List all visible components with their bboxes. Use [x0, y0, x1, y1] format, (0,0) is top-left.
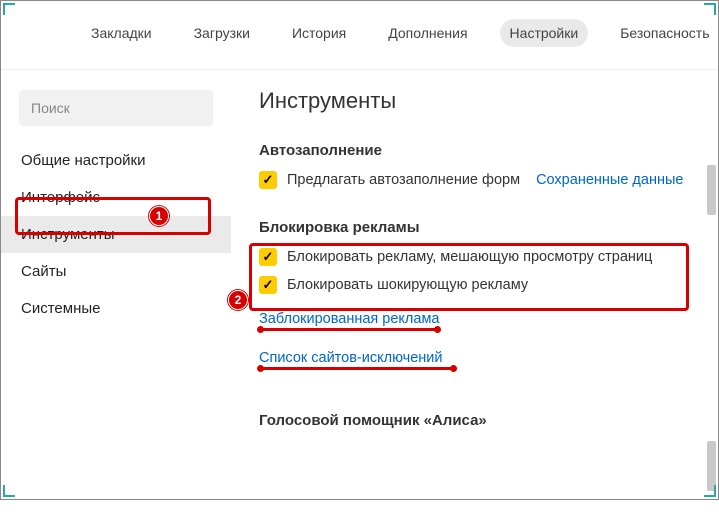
link-exception-sites[interactable]: Список сайтов-исключений: [259, 350, 442, 366]
annotation-underline: [259, 328, 439, 331]
sidebar-item-sites[interactable]: Сайты: [1, 253, 231, 290]
annotation-badge-2: 2: [228, 290, 248, 310]
tab-security[interactable]: Безопасность: [610, 19, 719, 47]
section-voice: Голосовой помощник «Алиса»: [259, 412, 704, 429]
tab-history[interactable]: История: [282, 19, 356, 47]
link-saved-data[interactable]: Сохраненные данные: [536, 172, 683, 188]
scrollbar[interactable]: [706, 55, 716, 495]
search-input[interactable]: Поиск: [19, 90, 213, 126]
tab-settings[interactable]: Настройки: [500, 19, 589, 47]
section-adblock: Блокировка рекламы Блокировать рекламу, …: [259, 219, 704, 374]
block-shocking-label: Блокировать шокирующую рекламу: [287, 277, 528, 293]
checkbox-autofill-suggest[interactable]: [259, 171, 277, 189]
voice-title: Голосовой помощник «Алиса»: [259, 412, 704, 429]
adblock-title: Блокировка рекламы: [259, 219, 704, 236]
scrollbar-thumb[interactable]: [707, 165, 716, 215]
link-blocked-ads[interactable]: Заблокированная реклама: [259, 311, 440, 327]
scrollbar-thumb[interactable]: [707, 441, 716, 491]
annotation-underline: [259, 367, 455, 370]
checkbox-block-intrusive[interactable]: [259, 248, 277, 266]
checkbox-block-shocking[interactable]: [259, 276, 277, 294]
page-title: Инструменты: [259, 88, 704, 114]
top-tabs: Закладки Загрузки История Дополнения Нас…: [1, 1, 718, 70]
annotation-badge-1: 1: [149, 206, 169, 226]
sidebar-item-general[interactable]: Общие настройки: [1, 142, 231, 179]
block-intrusive-label: Блокировать рекламу, мешающую просмотру …: [287, 249, 652, 265]
sidebar: Поиск Общие настройки Интерфейс Инструме…: [1, 70, 231, 518]
corner-mark: [3, 3, 15, 15]
content: Инструменты Автозаполнение Предлагать ав…: [231, 70, 718, 518]
sidebar-item-system[interactable]: Системные: [1, 290, 231, 327]
sidebar-item-tools[interactable]: Инструменты: [1, 216, 231, 253]
section-autofill: Автозаполнение Предлагать автозаполнение…: [259, 142, 704, 189]
autofill-suggest-label: Предлагать автозаполнение форм: [287, 172, 520, 188]
corner-mark: [3, 485, 15, 497]
autofill-title: Автозаполнение: [259, 142, 704, 159]
tab-addons[interactable]: Дополнения: [378, 19, 477, 47]
corner-mark: [704, 485, 716, 497]
sidebar-item-interface[interactable]: Интерфейс: [1, 179, 231, 216]
tab-downloads[interactable]: Загрузки: [184, 19, 260, 47]
corner-mark: [704, 3, 716, 15]
tab-bookmarks[interactable]: Закладки: [81, 19, 162, 47]
